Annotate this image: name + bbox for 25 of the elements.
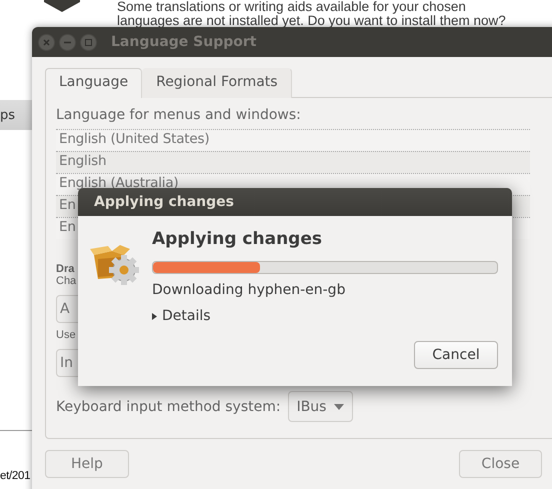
details-expander[interactable]: Details bbox=[152, 308, 211, 324]
dialog-title: Applying changes bbox=[78, 188, 512, 216]
cancel-button[interactable]: Cancel bbox=[414, 341, 498, 369]
minimize-icon[interactable] bbox=[59, 34, 76, 50]
language-row[interactable]: English bbox=[56, 151, 530, 173]
dialog-heading: Applying changes bbox=[152, 229, 323, 249]
url-fragment: et/201 bbox=[0, 470, 30, 482]
package-gear-icon bbox=[90, 243, 140, 285]
caret-icon bbox=[334, 404, 344, 410]
tab[interactable]: Language bbox=[45, 68, 142, 98]
caption: Cha bbox=[56, 275, 78, 287]
install-message: Some translations or writing aids available for your chosen languages are not installed yet. Do you want to install them now? bbox=[117, 0, 506, 28]
help-button[interactable]: Help bbox=[45, 450, 129, 478]
section-heading: Dra bbox=[56, 263, 76, 275]
tab[interactable]: Regional Formats bbox=[142, 68, 292, 98]
status-text: Downloading hyphen-en-gb bbox=[152, 282, 346, 298]
caption: Use bbox=[56, 329, 77, 341]
window-title: Language Support bbox=[111, 34, 256, 50]
maximize-icon[interactable] bbox=[80, 34, 97, 50]
expander-icon bbox=[152, 312, 157, 320]
section-label: Language for menus and windows: bbox=[56, 107, 302, 123]
close-icon[interactable] bbox=[38, 34, 55, 50]
close-button[interactable]: Close bbox=[459, 450, 542, 478]
input-method-dropdown[interactable]: IBus bbox=[288, 391, 354, 422]
input-method-label: Keyboard input method system: bbox=[56, 398, 281, 414]
